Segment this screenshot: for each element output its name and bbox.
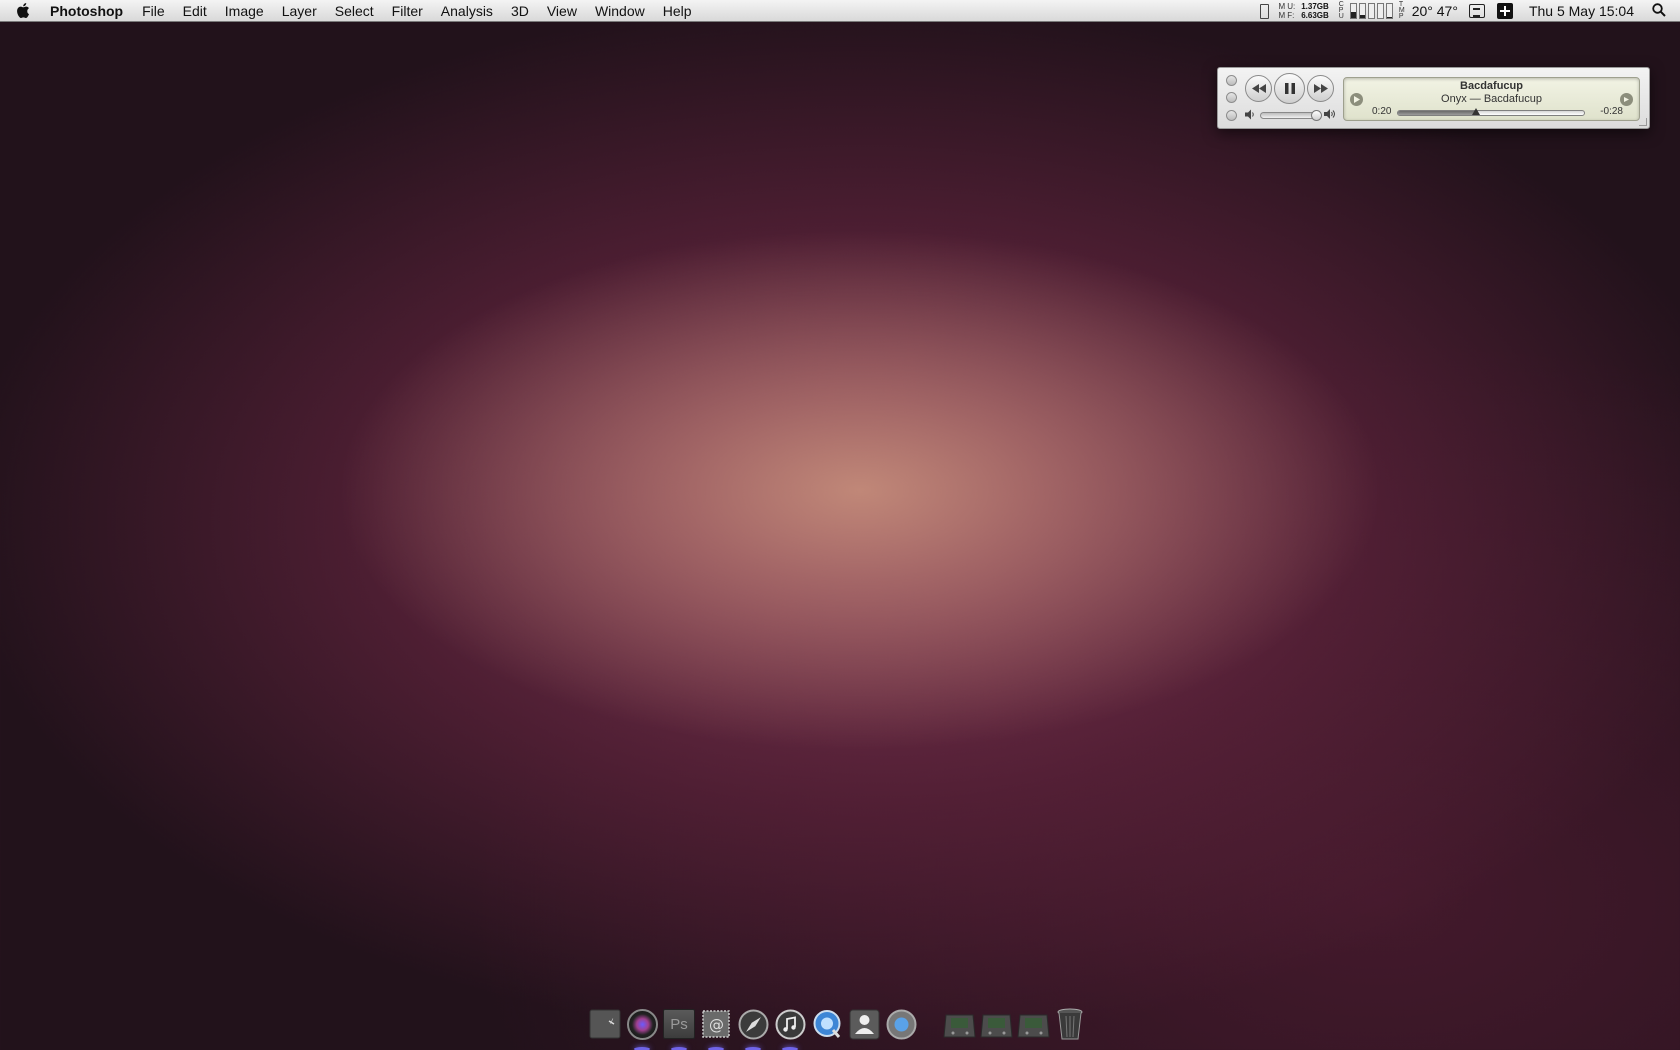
zoom-button[interactable] xyxy=(1226,110,1237,121)
menu-bar: Photoshop File Edit Image Layer Select F… xyxy=(0,0,1680,22)
cpu-core-bar xyxy=(1349,3,1357,19)
rewind-icon xyxy=(1251,84,1266,93)
menu-file[interactable]: File xyxy=(133,0,174,22)
track-artist-album: Onyx — Bacdafucup xyxy=(1441,93,1542,105)
temp-label: T M P xyxy=(1397,1,1407,20)
memory-row-label: M xyxy=(1278,2,1286,11)
safari-compass-icon xyxy=(738,1009,768,1039)
dock-system-preferences[interactable] xyxy=(884,1007,918,1041)
apple-menu[interactable] xyxy=(0,2,44,19)
dock: / Ps @ xyxy=(588,1002,1087,1050)
volume-knob[interactable] xyxy=(1311,110,1322,121)
dock-aperture[interactable] xyxy=(625,1007,659,1050)
itunes-note-icon xyxy=(775,1009,805,1039)
temp-label-p: P xyxy=(1398,13,1404,20)
quicktime-icon xyxy=(813,1009,840,1038)
memory-free-value: 6.63GB xyxy=(1301,11,1329,20)
pause-icon xyxy=(1284,83,1295,94)
dock-mail[interactable]: @ xyxy=(699,1007,733,1050)
menu-edit[interactable]: Edit xyxy=(174,0,216,22)
dock-drive-1[interactable] xyxy=(942,1007,976,1041)
progress-fill xyxy=(1398,111,1477,115)
menu-window[interactable]: Window xyxy=(586,0,654,22)
remaining-time: -0:28 xyxy=(1600,106,1623,117)
memory-row-label: M xyxy=(1278,11,1286,20)
dock-itunes[interactable] xyxy=(773,1007,807,1050)
status-area: M M U: F: 1.37GB 6.63GB C P U T M P 20° … xyxy=(1256,0,1680,22)
memory-free-label: F: xyxy=(1287,11,1295,20)
menu-layer[interactable]: Layer xyxy=(273,0,326,22)
itunes-mini-player: Bacdafucup Onyx — Bacdafucup 0:20 -0:28 xyxy=(1217,67,1650,129)
menu-3d[interactable]: 3D xyxy=(502,0,538,22)
terminal-icon: / xyxy=(589,1009,621,1039)
phone-icon[interactable] xyxy=(1259,3,1269,19)
menu-image[interactable]: Image xyxy=(216,0,273,22)
playback-progress[interactable] xyxy=(1397,110,1585,116)
dock-safari[interactable] xyxy=(736,1007,770,1050)
memory-row-labels: M M xyxy=(1273,2,1288,20)
arrow-icon xyxy=(1624,97,1629,102)
calendar-icon[interactable] xyxy=(1468,4,1485,18)
dock-photoshop[interactable]: Ps xyxy=(662,1007,696,1050)
dock-drive-3[interactable] xyxy=(1016,1007,1050,1041)
volume-slider[interactable] xyxy=(1260,110,1322,121)
menu-select[interactable]: Select xyxy=(326,0,383,22)
dock-quicktime[interactable] xyxy=(810,1007,844,1041)
fast-forward-icon xyxy=(1313,84,1328,93)
minimize-button[interactable] xyxy=(1226,92,1237,103)
menu-help[interactable]: Help xyxy=(654,0,701,22)
elapsed-time: 0:20 xyxy=(1372,106,1392,117)
svg-text:@: @ xyxy=(709,1016,724,1034)
dock-terminal[interactable]: / xyxy=(588,1007,622,1041)
cpu-core-bar xyxy=(1358,3,1366,19)
trash-icon xyxy=(1057,1008,1083,1040)
cpu-meter[interactable] xyxy=(1346,3,1397,19)
dock-trash[interactable] xyxy=(1053,1007,1087,1041)
menubar-clock[interactable]: Thu 5 May 15:04 xyxy=(1519,3,1642,19)
cpu-core-bar xyxy=(1376,3,1384,19)
cpu-core-bar xyxy=(1385,3,1393,19)
next-track-button[interactable] xyxy=(1307,75,1334,102)
app-menu[interactable]: Photoshop xyxy=(44,0,133,22)
play-pause-button[interactable] xyxy=(1274,73,1305,104)
menu-analysis[interactable]: Analysis xyxy=(432,0,502,22)
previous-track-button[interactable] xyxy=(1245,75,1272,102)
memory-monitor[interactable]: 1.37GB 6.63GB xyxy=(1297,2,1333,20)
dock-drive-2[interactable] xyxy=(979,1007,1013,1041)
apple-icon xyxy=(16,3,29,18)
memory-labels: U: F: xyxy=(1287,2,1297,20)
person-icon xyxy=(849,1009,879,1039)
aperture-icon xyxy=(626,1008,658,1040)
menu-view[interactable]: View xyxy=(538,0,586,22)
photoshop-icon: Ps xyxy=(663,1009,695,1039)
gear-icon xyxy=(886,1009,916,1039)
track-title: Bacdafucup xyxy=(1460,80,1523,92)
hard-drive-icon xyxy=(1016,1014,1050,1037)
memory-used-label: U: xyxy=(1287,2,1296,11)
playhead-icon[interactable] xyxy=(1471,108,1480,115)
volume-low-icon xyxy=(1245,109,1254,120)
now-playing-display: Bacdafucup Onyx — Bacdafucup 0:20 -0:28 xyxy=(1343,77,1640,121)
close-button[interactable] xyxy=(1226,75,1237,86)
mail-stamp-icon: @ xyxy=(702,1010,730,1038)
volume-high-icon xyxy=(1324,109,1335,119)
memory-used-value: 1.37GB xyxy=(1301,2,1329,11)
spotlight-search-icon[interactable] xyxy=(1642,2,1680,20)
display-toggle-button[interactable] xyxy=(1620,93,1633,106)
svg-text:/: / xyxy=(610,1018,614,1025)
cpu-label: C P U xyxy=(1333,1,1346,20)
spaces-icon[interactable] xyxy=(1496,3,1513,19)
menu-filter[interactable]: Filter xyxy=(383,0,432,22)
weather-status[interactable]: 20° 47° xyxy=(1407,3,1463,19)
resize-grip-icon[interactable] xyxy=(1639,118,1647,126)
hard-drive-icon xyxy=(979,1014,1013,1037)
hard-drive-icon xyxy=(942,1014,976,1037)
cpu-core-bar xyxy=(1367,3,1375,19)
dock-address-book[interactable] xyxy=(847,1007,881,1041)
cpu-label-u: U xyxy=(1338,13,1344,20)
